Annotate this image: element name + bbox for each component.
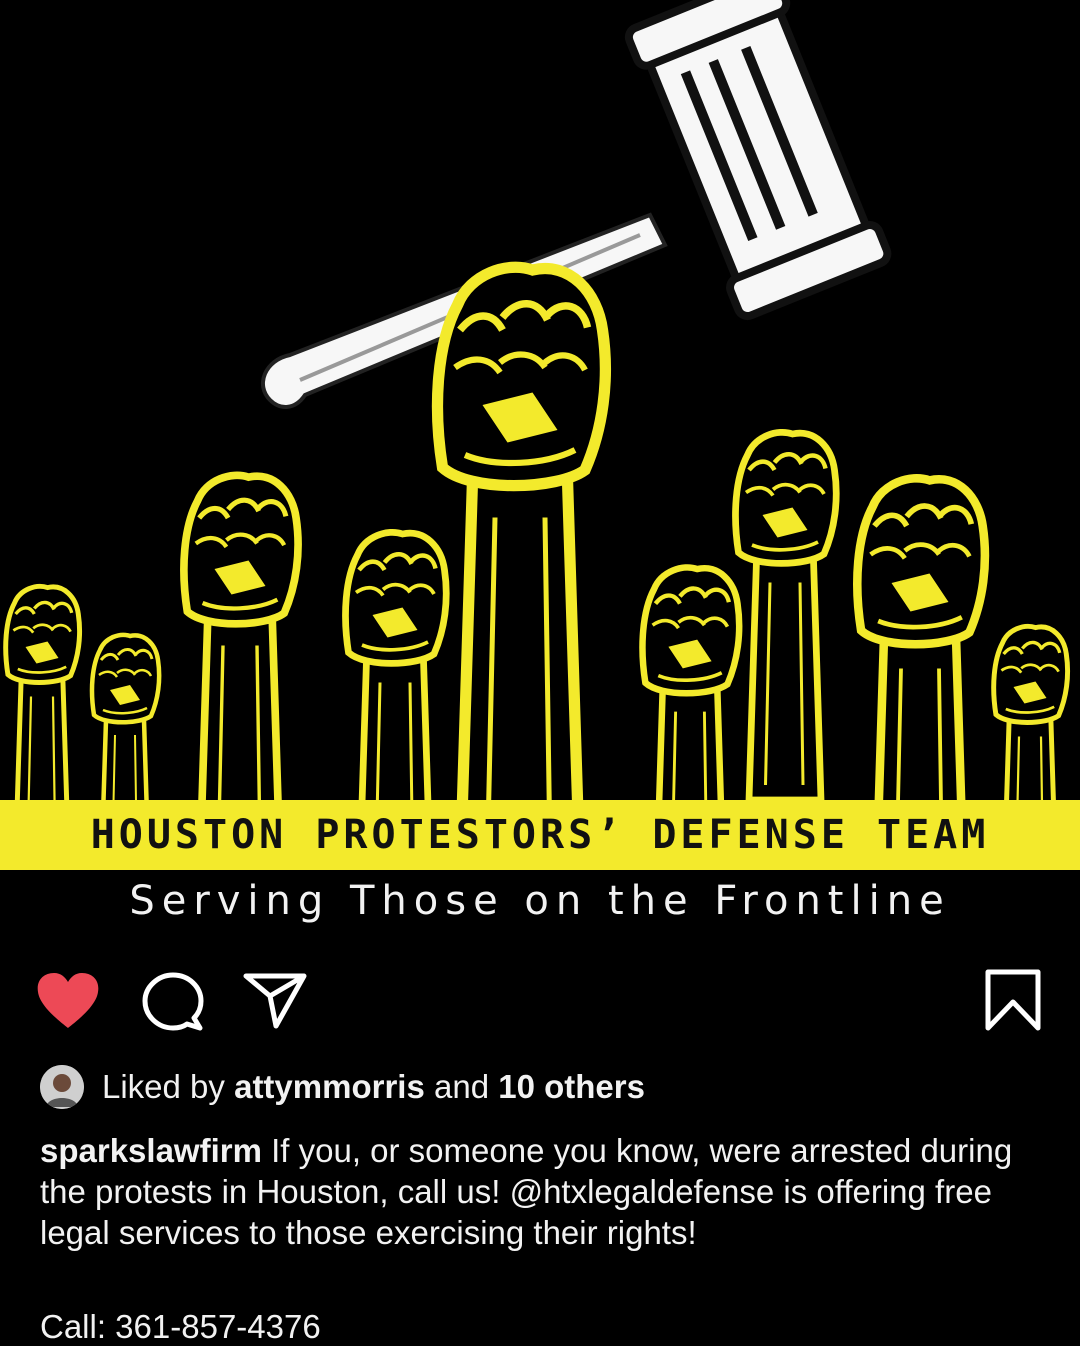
action-bar (0, 960, 1080, 1040)
likes-row: Liked by attymmorris and 10 others (40, 1062, 645, 1112)
paper-plane-icon[interactable] (242, 970, 308, 1030)
heart-filled-icon[interactable] (36, 972, 100, 1030)
banner-title: HOUSTON PROTESTORS’ DEFENSE TEAM (90, 812, 990, 858)
likes-others-link[interactable]: 10 others (498, 1068, 645, 1106)
liked-by-username-link[interactable]: attymmorris (234, 1068, 425, 1106)
tagline: Serving Those on the Frontline (129, 878, 951, 924)
avatar[interactable] (40, 1065, 84, 1109)
raised-fists-gavel-illustration (0, 0, 1080, 800)
banner: HOUSTON PROTESTORS’ DEFENSE TEAM (0, 800, 1080, 870)
caption-username-link[interactable]: sparkslawfirm (40, 1132, 262, 1169)
likes-middle: and (434, 1068, 490, 1105)
caption-phone: Call: 361-857-4376 (40, 1308, 321, 1345)
bookmark-icon[interactable] (984, 968, 1042, 1032)
caption: sparkslawfirm If you, or someone you kno… (40, 1130, 1050, 1253)
comment-bubble-icon[interactable] (142, 972, 204, 1032)
likes-prefix: Liked by (102, 1068, 225, 1105)
post-image[interactable]: HOUSTON PROTESTORS’ DEFENSE TEAM Serving… (0, 0, 1080, 950)
